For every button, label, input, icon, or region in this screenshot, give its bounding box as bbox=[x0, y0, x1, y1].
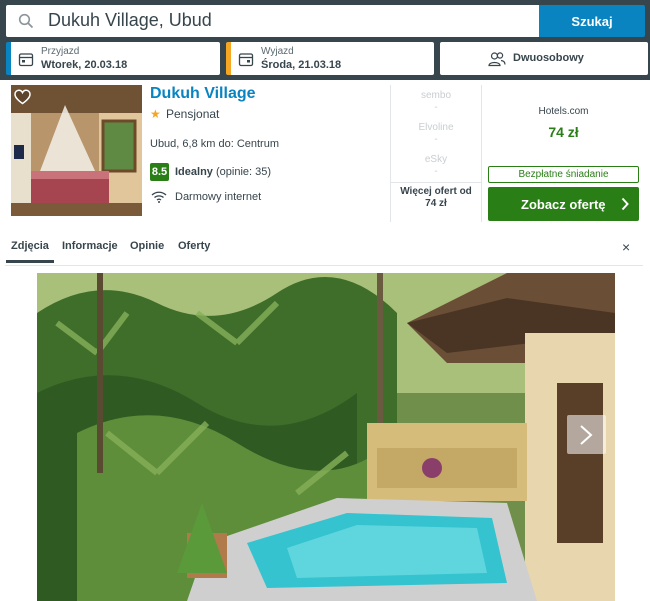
search-button[interactable]: Szukaj bbox=[539, 5, 645, 37]
rating-text[interactable]: Idealny bbox=[175, 166, 213, 178]
next-photo-button[interactable] bbox=[567, 415, 606, 454]
hotel-type: Pensjonat bbox=[166, 107, 220, 121]
deal-provider: Hotels.com bbox=[538, 106, 589, 117]
tab-info[interactable]: Informacje bbox=[62, 240, 118, 252]
provider-price: - bbox=[434, 166, 438, 177]
chevron-right-icon bbox=[580, 425, 593, 445]
calendar-icon bbox=[18, 53, 34, 67]
search-query: Dukuh Village, Ubud bbox=[48, 10, 212, 30]
provider-price: - bbox=[434, 134, 438, 145]
tabs-divider bbox=[5, 265, 643, 266]
amenity-internet: Darmowy internet bbox=[175, 191, 262, 203]
more-offers-price: 74 zł bbox=[425, 198, 447, 209]
checkin-field[interactable]: Przyjazd Wtorek, 20.03.18 bbox=[6, 42, 220, 75]
deal-price[interactable]: 74 zł bbox=[488, 124, 639, 140]
chevron-right-icon bbox=[621, 197, 629, 211]
provider-name: eSky bbox=[424, 154, 448, 165]
hotel-name[interactable]: Dukuh Village bbox=[150, 85, 256, 103]
wifi-icon bbox=[151, 191, 167, 203]
checkout-label: Wyjazd bbox=[261, 46, 294, 57]
checkin-label: Przyjazd bbox=[41, 46, 80, 57]
rating-badge[interactable]: 8.5 bbox=[150, 163, 169, 181]
checkin-value: Wtorek, 20.03.18 bbox=[41, 59, 128, 71]
tab-deals[interactable]: Oferty bbox=[178, 240, 210, 252]
divider bbox=[391, 182, 481, 183]
heart-icon[interactable] bbox=[14, 89, 31, 105]
view-deal-button[interactable]: Zobacz ofertę bbox=[488, 187, 639, 221]
tab-reviews[interactable]: Opinie bbox=[130, 240, 164, 252]
tab-photos[interactable]: Zdjęcia bbox=[6, 240, 54, 263]
hotel-distance: Ubud, 6,8 km do: Centrum bbox=[150, 138, 280, 150]
divider bbox=[481, 85, 482, 222]
provider-name: Elvoline bbox=[418, 122, 454, 133]
search-icon bbox=[18, 13, 34, 29]
close-icon[interactable]: × bbox=[622, 239, 630, 255]
provider-price: - bbox=[434, 102, 438, 113]
more-offers-link[interactable]: Więcej ofert od 74 zł bbox=[391, 186, 481, 210]
gallery-image bbox=[37, 273, 615, 601]
calendar-icon bbox=[238, 53, 254, 67]
provider-name: sembo bbox=[420, 90, 451, 101]
free-breakfast-badge: Bezpłatne śniadanie bbox=[488, 166, 639, 183]
search-input[interactable]: Dukuh Village, Ubud bbox=[6, 5, 539, 37]
checkout-field[interactable]: Wyjazd Środa, 21.03.18 bbox=[226, 42, 434, 75]
rating-count[interactable]: (opinie: 35) bbox=[216, 166, 271, 178]
checkout-value: Środa, 21.03.18 bbox=[261, 59, 342, 71]
more-offers-label: Więcej ofert od bbox=[400, 186, 472, 197]
view-deal-label: Zobacz ofertę bbox=[521, 197, 606, 212]
search-bar: Dukuh Village, Ubud Szukaj Przyjazd Wtor… bbox=[0, 0, 650, 80]
users-icon bbox=[488, 52, 506, 67]
room-label: Dwuosobowy bbox=[513, 52, 584, 64]
room-selector[interactable]: Dwuosobowy bbox=[440, 42, 648, 75]
star-icon: ★ bbox=[150, 107, 161, 121]
photo-gallery[interactable] bbox=[37, 273, 615, 601]
